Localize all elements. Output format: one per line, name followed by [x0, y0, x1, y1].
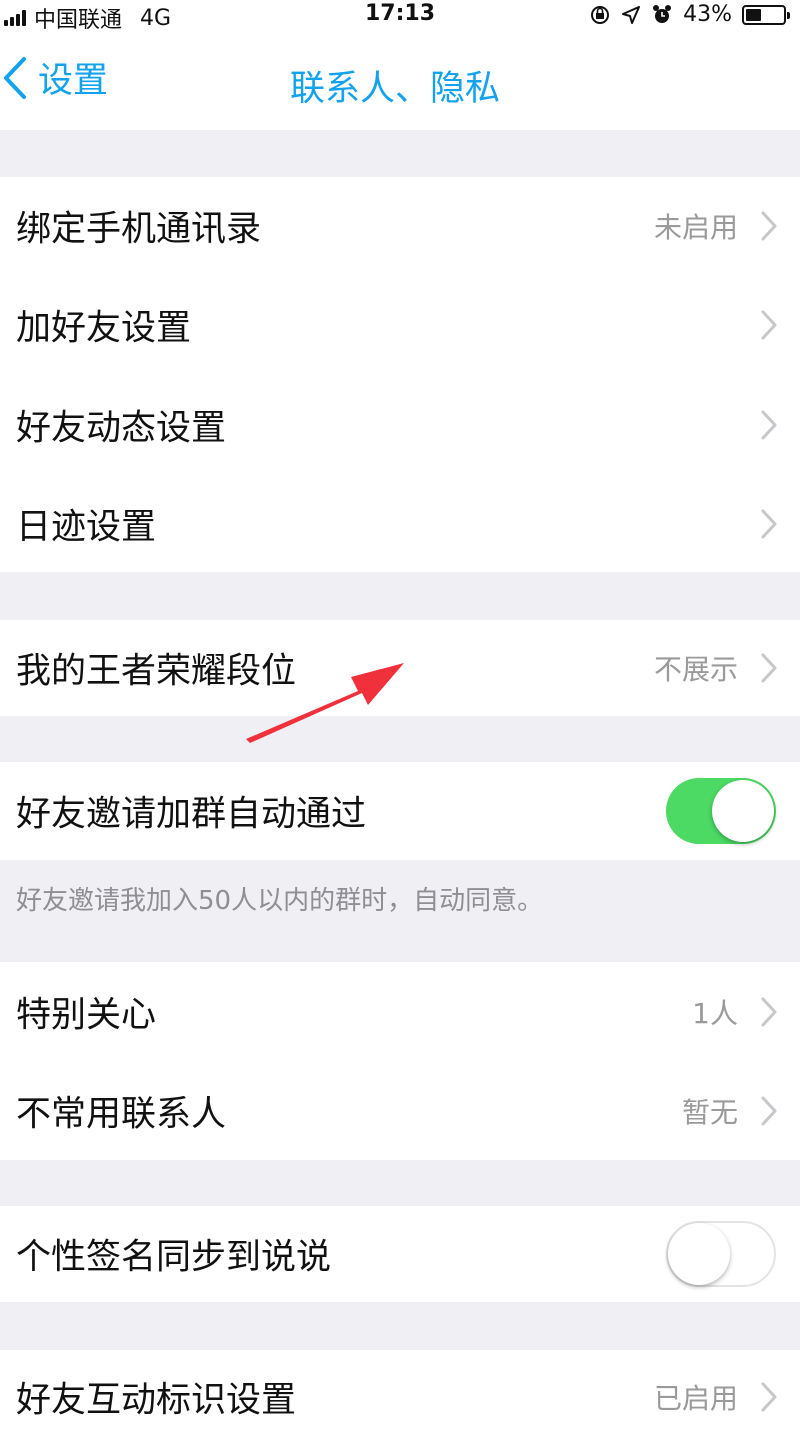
cell-footprint[interactable]: 日迹设置 [0, 475, 800, 572]
cell-label: 好友动态设置 [16, 408, 227, 449]
cell-label: 特别关心 [16, 995, 157, 1036]
cell-friend-feed[interactable]: 好友动态设置 [0, 375, 800, 475]
cell-label: 日迹设置 [16, 507, 157, 547]
cell-game-rank[interactable]: 我的王者荣耀段位 不展示 [0, 620, 800, 716]
chevron-right-icon [761, 410, 777, 440]
chevron-right-icon [761, 509, 777, 538]
chevron-right-icon [761, 997, 777, 1027]
toggle-knob [668, 1223, 730, 1285]
sync-signature-toggle[interactable] [666, 1221, 776, 1287]
cell-infrequent-contacts[interactable]: 不常用联系人 暂无 [0, 1062, 800, 1160]
cell-label: 加好友设置 [16, 308, 192, 349]
cell-value: 不展示 [653, 653, 738, 686]
cell-label: 绑定手机通讯录 [16, 209, 262, 250]
cell-bind-contacts[interactable]: 绑定手机通讯录 未启用 [0, 177, 800, 275]
chevron-right-icon [761, 653, 777, 683]
chevron-right-icon [761, 211, 777, 241]
cell-label: 好友互动标识设置 [16, 1380, 297, 1421]
status-right: 43% [589, 2, 790, 27]
cell-label: 个性签名同步到说说 [16, 1237, 332, 1278]
cell-add-friend[interactable]: 加好友设置 [0, 275, 800, 375]
cell-value: 已启用 [653, 1382, 738, 1415]
battery-fill [746, 8, 761, 21]
group-footnote: 好友邀请我加入50人以内的群时，自动同意。 [16, 886, 544, 916]
cell-sync-signature: 个性签名同步到说说 [0, 1206, 800, 1302]
cell-interaction-marks[interactable]: 好友互动标识设置 已启用 [0, 1350, 800, 1444]
back-label: 设置 [38, 61, 109, 101]
cell-special-care[interactable]: 特别关心 1人 [0, 962, 800, 1062]
cell-label: 不常用联系人 [16, 1094, 227, 1135]
cell-label: 好友邀请加群自动通过 [16, 794, 367, 835]
chevron-right-icon [761, 1382, 777, 1412]
navigation-bar: 设置 联系人、隐私 [0, 30, 800, 130]
cell-value: 1人 [692, 997, 738, 1030]
chevron-left-icon [4, 56, 26, 99]
auto-accept-toggle[interactable] [666, 778, 776, 844]
location-icon [622, 5, 641, 24]
chevron-right-icon [761, 1096, 777, 1126]
chevron-right-icon [761, 310, 777, 340]
page-title: 联系人、隐私 [289, 69, 500, 109]
orientation-lock-icon [591, 5, 610, 24]
back-button[interactable]: 设置 [0, 52, 108, 103]
status-bar: 中国联通 4G 17:13 43% [0, 0, 800, 33]
battery-percent: 43% [683, 2, 732, 27]
cell-value: 暂无 [681, 1096, 738, 1129]
cell-auto-accept-group: 好友邀请加群自动通过 [0, 762, 800, 860]
toggle-knob [712, 780, 774, 842]
cell-value: 未启用 [653, 211, 738, 244]
cell-label: 我的王者荣耀段位 [16, 651, 297, 692]
alarm-icon [653, 4, 672, 23]
battery-icon [742, 4, 790, 25]
